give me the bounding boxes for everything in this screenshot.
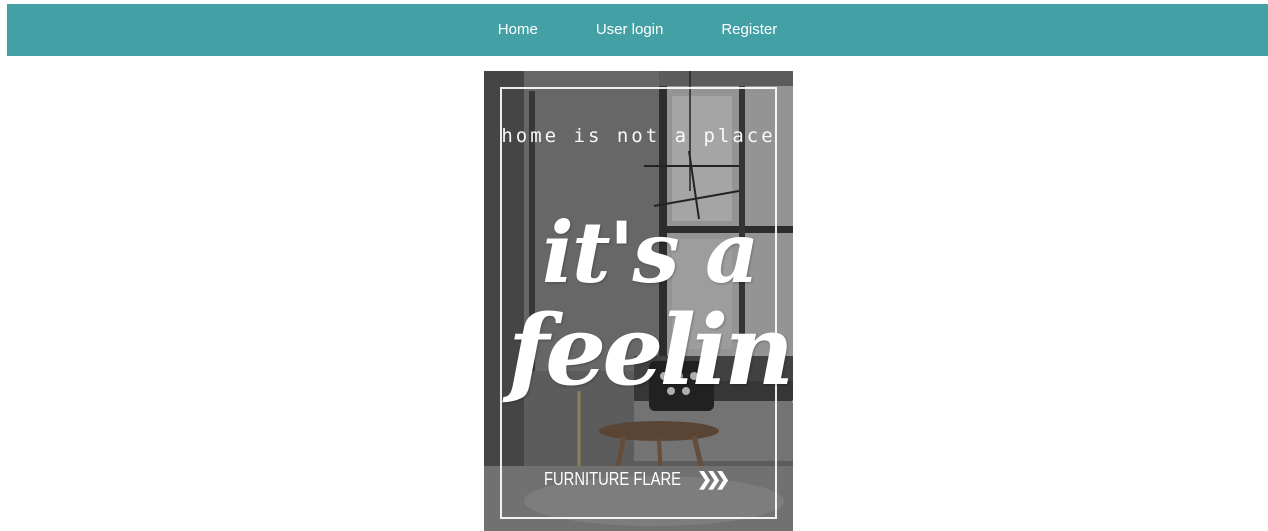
poster-script-line-2: feeling (508, 294, 793, 407)
poster-script-line-1: it's a (542, 203, 759, 302)
nav-link-home[interactable]: Home (469, 4, 567, 56)
nav-link-user-login[interactable]: User login (567, 4, 693, 56)
top-navbar: Home User login Register (7, 4, 1268, 56)
poster-brand: FURNITURE FLARE ❯❯❯ (544, 469, 730, 490)
poster-tagline: home is not a place (501, 125, 776, 147)
hero-poster: home is not a place it's a feeling FURNI… (484, 71, 793, 531)
nav-link-register[interactable]: Register (692, 4, 806, 56)
poster-brand-name: FURNITURE FLARE (544, 469, 681, 489)
chevron-right-icon: ❯❯❯ (697, 469, 730, 489)
